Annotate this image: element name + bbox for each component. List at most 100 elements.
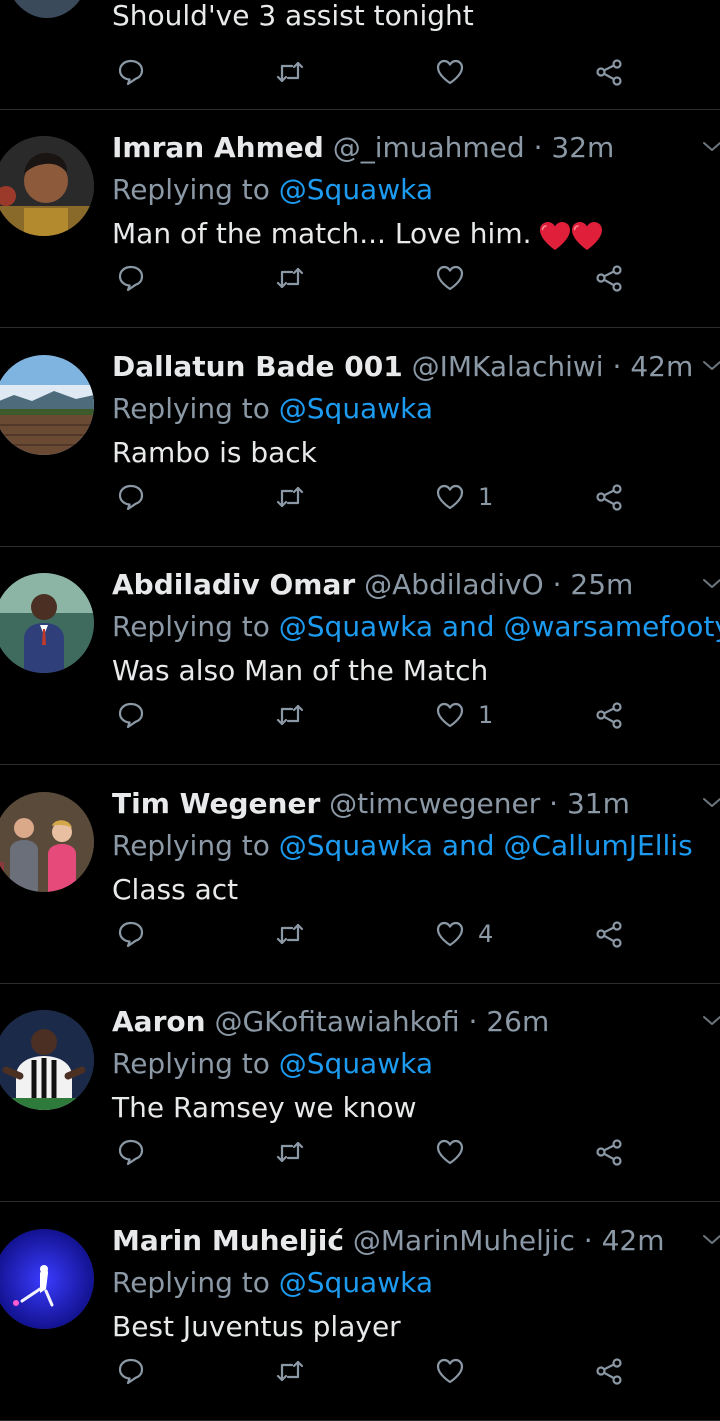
retweet-button[interactable] — [274, 697, 306, 733]
avatar[interactable] — [0, 792, 94, 892]
reply-icon — [115, 699, 147, 731]
timestamp[interactable]: 26m — [486, 1005, 549, 1038]
tweet[interactable]: Abdiladiv Omar @AbdiladivO · 25m Replying… — [0, 547, 720, 765]
reply-icon — [115, 918, 147, 950]
reply-button[interactable] — [115, 479, 147, 515]
display-name[interactable]: Tim Wegener — [112, 787, 320, 820]
reply-button[interactable] — [115, 260, 147, 296]
replying-to-label: Replying to — [112, 173, 270, 206]
mention-link[interactable]: @Squawka — [279, 1047, 433, 1080]
chevron-down-icon[interactable] — [700, 571, 720, 595]
reply-button[interactable] — [115, 1353, 147, 1389]
user-handle[interactable]: @timcwegener — [329, 787, 540, 820]
tweet-header: Abdiladiv Omar @AbdiladivO · 25m — [112, 567, 633, 603]
like-button[interactable] — [434, 260, 466, 296]
timestamp[interactable]: 42m — [630, 350, 693, 383]
chevron-down-icon[interactable] — [700, 353, 720, 377]
replying-to: Replying to @Squawka and @warsamefooty — [112, 609, 720, 645]
share-button[interactable] — [593, 260, 625, 296]
tweet-text: Was also Man of the Match — [112, 654, 488, 687]
user-handle[interactable]: @GKofitawiahkofi — [214, 1005, 459, 1038]
reply-button[interactable] — [115, 697, 147, 733]
reply-button[interactable] — [115, 54, 147, 90]
tweet-text-row: Best Juventus player — [112, 1309, 401, 1345]
share-button[interactable] — [593, 916, 625, 952]
replying-to: Replying to @Squawka — [112, 172, 433, 208]
share-icon — [593, 699, 625, 731]
mention-link[interactable]: @CallumJEllis — [504, 829, 693, 862]
mention-link[interactable]: @Squawka — [279, 1266, 433, 1299]
avatar[interactable] — [0, 355, 94, 455]
mention-link[interactable]: @Squawka — [279, 829, 433, 862]
chevron-down-icon[interactable] — [700, 790, 720, 814]
like-icon — [434, 1355, 466, 1387]
timestamp[interactable]: 31m — [567, 787, 630, 820]
tweet[interactable]: Imran Ahmed @_imuahmed · 32mReplying to … — [0, 110, 720, 328]
user-handle[interactable]: @MarinMuheljic — [353, 1224, 575, 1257]
tweet[interactable]: Aaron @GKofitawiahkofi · 26mReplying to … — [0, 984, 720, 1202]
display-name[interactable]: Marin Muheljić — [112, 1224, 344, 1257]
mention-link[interactable]: @Squawka — [279, 173, 433, 206]
heart-emoji-icon — [538, 217, 604, 253]
timestamp[interactable]: 42m — [602, 1224, 665, 1257]
replying-to: Replying to @Squawka — [112, 1265, 433, 1301]
like-button[interactable] — [434, 1353, 466, 1389]
tweet-header: Dallatun Bade 001 @IMKalachiwi · 42m — [112, 349, 693, 385]
like-button[interactable]: 4 — [434, 916, 493, 952]
tweet-text: Man of the match... Love him. — [112, 217, 532, 250]
tweet-text-row: Rambo is back — [112, 435, 317, 471]
reply-button[interactable] — [115, 916, 147, 952]
share-button[interactable] — [593, 697, 625, 733]
tweet[interactable]: Dallatun Bade 001 @IMKalachiwi · 42m Repl… — [0, 329, 720, 547]
tweet-partial-top[interactable]: Should've 3 assist tonight — [0, 0, 720, 110]
share-button[interactable] — [593, 1134, 625, 1170]
share-button[interactable] — [593, 1353, 625, 1389]
timestamp[interactable]: 32m — [551, 131, 614, 164]
like-button[interactable] — [434, 1134, 466, 1170]
reply-button[interactable] — [115, 1134, 147, 1170]
chevron-down-icon[interactable] — [700, 1008, 720, 1032]
avatar[interactable] — [0, 573, 94, 673]
chevron-down-icon[interactable] — [700, 134, 720, 158]
mention-link[interactable]: @warsamefooty — [504, 610, 720, 643]
like-button[interactable]: 1 — [434, 479, 493, 515]
replying-to: Replying to @Squawka — [112, 1046, 433, 1082]
retweet-button[interactable] — [274, 916, 306, 952]
share-button[interactable] — [593, 479, 625, 515]
retweet-icon — [274, 1355, 306, 1387]
display-name[interactable]: Abdiladiv Omar — [112, 568, 355, 601]
like-button[interactable]: 1 — [434, 697, 493, 733]
user-handle[interactable]: @IMKalachiwi — [412, 350, 604, 383]
avatar[interactable] — [5, 0, 89, 18]
display-name[interactable]: Aaron — [112, 1005, 206, 1038]
mention-link[interactable]: @Squawka — [279, 610, 433, 643]
tweet-actions: 1 — [0, 479, 720, 515]
retweet-button[interactable] — [274, 479, 306, 515]
tweet[interactable]: Marin Muheljić @MarinMuheljic · 42m Reply… — [0, 1203, 720, 1421]
timestamp[interactable]: 25m — [570, 568, 633, 601]
share-button[interactable] — [593, 54, 625, 90]
retweet-button[interactable] — [274, 260, 306, 296]
user-handle[interactable]: @_imuahmed — [333, 131, 525, 164]
retweet-button[interactable] — [274, 54, 306, 90]
tweet-header: Marin Muheljić @MarinMuheljic · 42m — [112, 1223, 664, 1259]
avatar[interactable] — [0, 1229, 94, 1329]
avatar[interactable] — [0, 136, 94, 236]
replying-to: Replying to @Squawka — [112, 391, 433, 427]
tweet-text: The Ramsey we know — [112, 1091, 417, 1124]
like-button[interactable] — [434, 54, 466, 90]
tweet-text: Class act — [112, 873, 238, 906]
tweet[interactable]: Tim Wegener @timcwegener · 31mReplying t… — [0, 766, 720, 984]
tweet-header: Tim Wegener @timcwegener · 31m — [112, 786, 630, 822]
display-name[interactable]: Imran Ahmed — [112, 131, 324, 164]
mention-link[interactable]: @Squawka — [279, 392, 433, 425]
retweet-button[interactable] — [274, 1353, 306, 1389]
user-handle[interactable]: @AbdiladivO — [364, 568, 544, 601]
avatar[interactable] — [0, 1010, 94, 1110]
replying-to-label: Replying to — [112, 610, 270, 643]
retweet-button[interactable] — [274, 1134, 306, 1170]
separator-dot: · — [549, 787, 558, 820]
chevron-down-icon[interactable] — [700, 1227, 720, 1251]
tweet-actions: 1 — [0, 697, 720, 733]
display-name[interactable]: Dallatun Bade 001 — [112, 350, 403, 383]
